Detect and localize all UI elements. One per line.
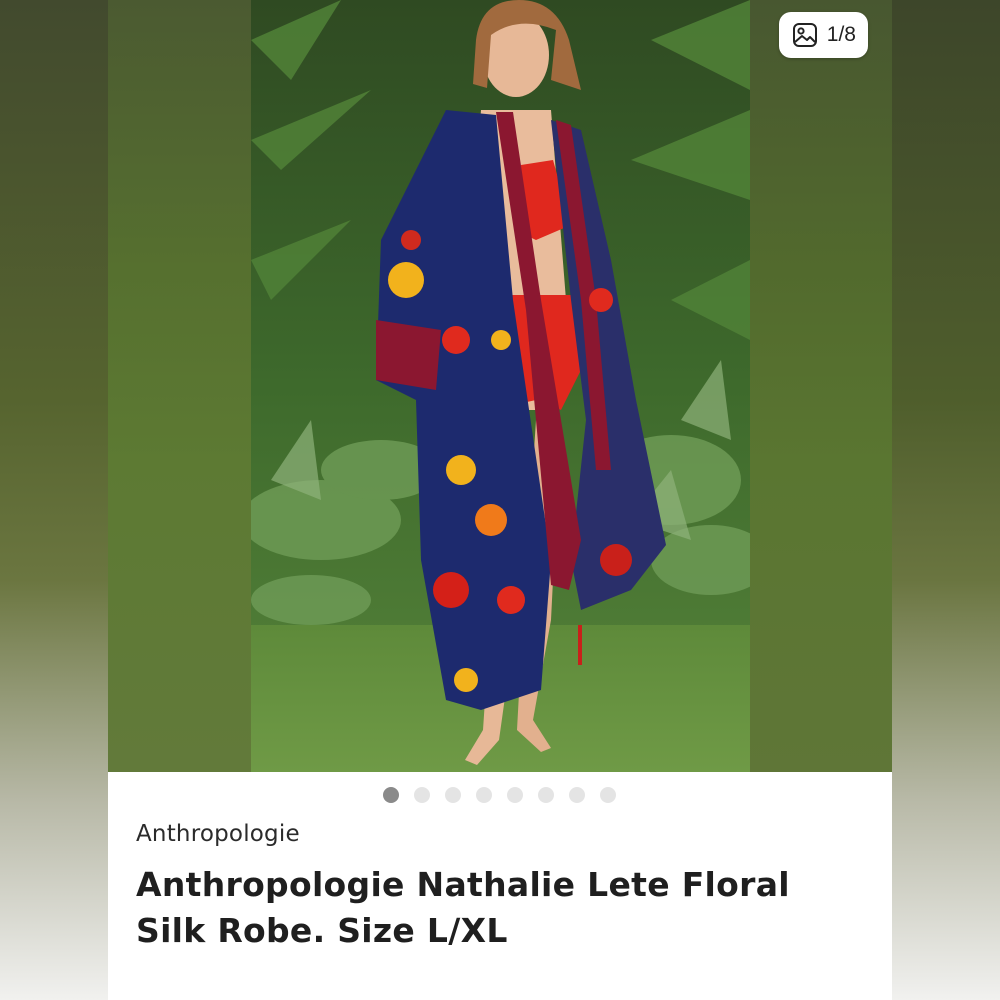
carousel-dot-3[interactable] xyxy=(445,787,461,803)
carousel-dot-6[interactable] xyxy=(538,787,554,803)
carousel-dot-4[interactable] xyxy=(476,787,492,803)
image-counter-text: 1/8 xyxy=(826,23,856,46)
blurred-background-left xyxy=(0,0,108,1000)
carousel-dot-8[interactable] xyxy=(600,787,616,803)
carousel-dot-2[interactable] xyxy=(414,787,430,803)
carousel-dot-7[interactable] xyxy=(569,787,585,803)
image-counter-badge: 1/8 xyxy=(778,12,868,58)
listing-title: Anthropologie Nathalie Lete Floral Silk … xyxy=(136,865,790,950)
carousel-dot-1[interactable] xyxy=(383,787,399,803)
carousel-dot-5[interactable] xyxy=(507,787,523,803)
photo-blur-left xyxy=(108,0,251,772)
carousel-pagination-dots xyxy=(383,787,616,803)
image-gallery-icon xyxy=(792,23,817,47)
photo-blur-right xyxy=(750,0,892,772)
product-photo[interactable] xyxy=(251,0,750,772)
blurred-background-right xyxy=(892,0,1000,1000)
product-photo-carousel[interactable]: 1/8 xyxy=(108,0,892,772)
product-listing-card: 1/8 Anthropologie Anthropologie Nathalie… xyxy=(108,0,892,1000)
brand-name[interactable]: Anthropologie xyxy=(136,821,300,847)
